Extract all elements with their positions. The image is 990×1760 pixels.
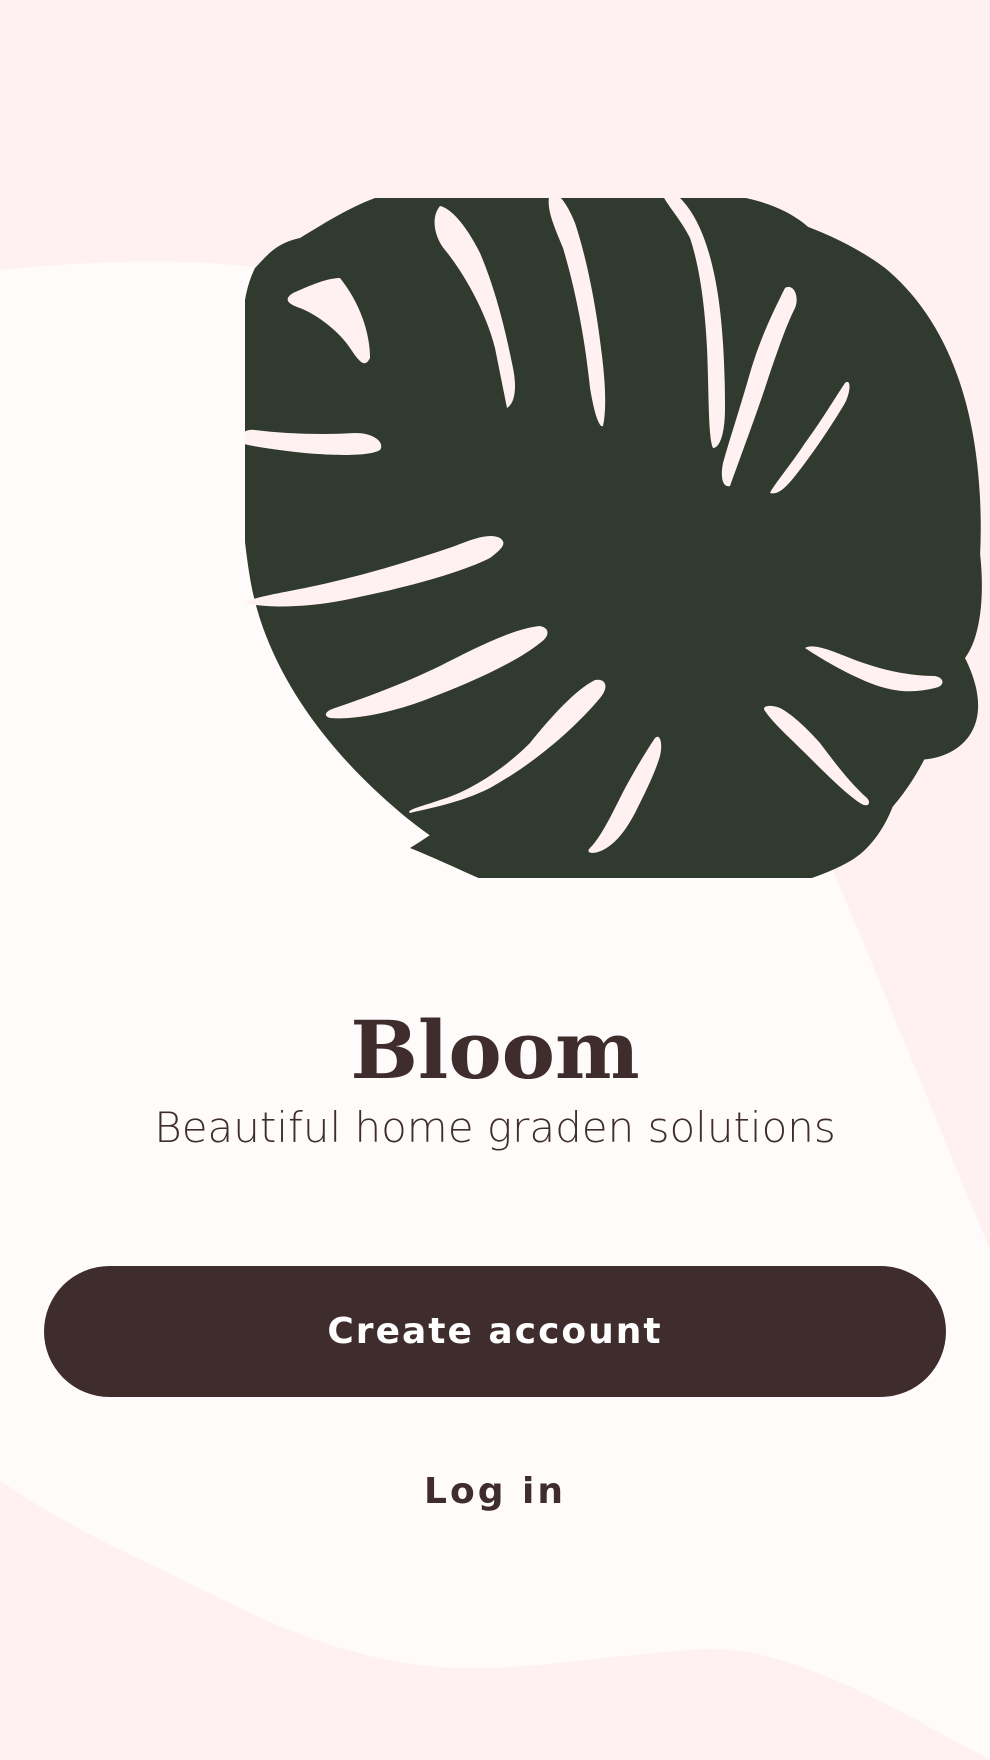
monstera-leaf-icon (245, 198, 982, 878)
app-subtitle: Beautiful home graden solutions (154, 1103, 836, 1152)
create-account-button[interactable]: Create account (44, 1266, 946, 1397)
app-title: Bloom (350, 1003, 640, 1097)
welcome-screen: Bloom Beautiful home graden solutions Cr… (0, 0, 990, 1760)
login-button[interactable]: Log in (340, 1456, 650, 1526)
